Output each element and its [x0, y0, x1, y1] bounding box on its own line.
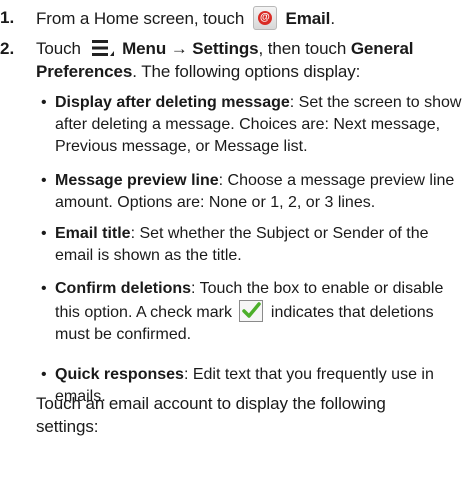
email-app-icon: @ [252, 6, 277, 30]
document-page: 1. From a Home screen, touch @ Email. 2.… [0, 0, 473, 482]
step-number: 1. [0, 8, 15, 27]
step-text: From a Home screen, touch @ Email. [36, 6, 467, 30]
bullet-icon: • [41, 172, 47, 189]
step-text: Touch Menu → Settings, then touch Genera… [36, 39, 414, 81]
bullet-text: Email title: Set whether the Subject or … [55, 225, 429, 264]
check-mark-icon [239, 300, 264, 322]
bullet-text: Confirm deletions: Touch the box to enab… [55, 280, 444, 343]
bullet-icon: • [41, 366, 47, 383]
footer-text: Touch an email account to display the fo… [36, 394, 386, 436]
bullet-icon: • [41, 280, 47, 297]
menu-icon [91, 40, 114, 56]
bullet-icon: • [41, 94, 47, 111]
bullet-text: Message preview line: Choose a message p… [55, 172, 455, 211]
bullet-icon: • [41, 225, 47, 242]
step-number: 2. [0, 39, 15, 58]
bullet-text: Display after deleting message: Set the … [55, 94, 462, 155]
email-label: Email [285, 9, 331, 28]
